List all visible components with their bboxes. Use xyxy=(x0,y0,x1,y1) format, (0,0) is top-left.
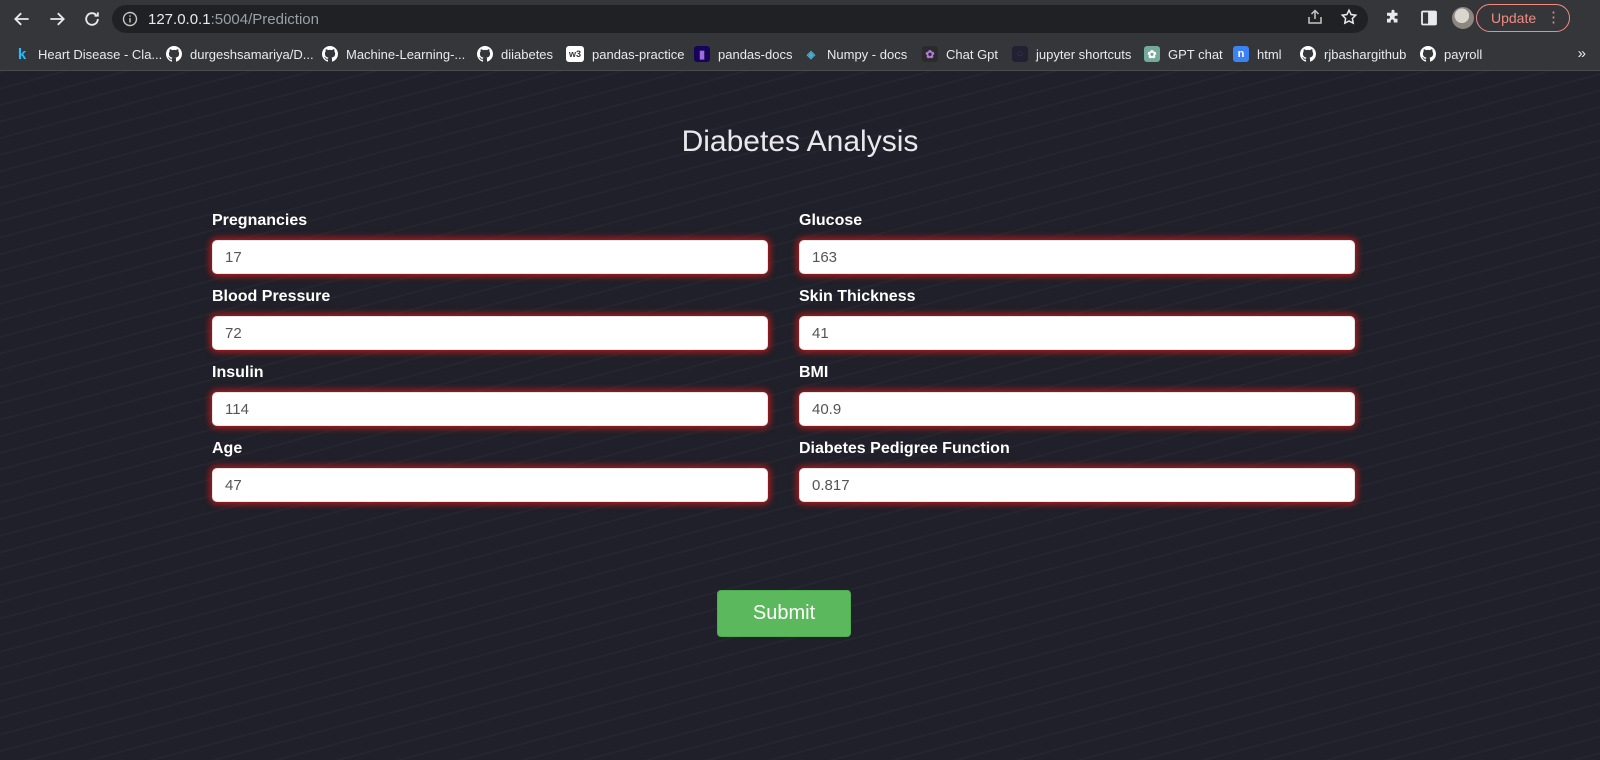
back-button[interactable] xyxy=(5,2,39,36)
bookmark-item[interactable]: Machine-Learning-... xyxy=(322,38,465,70)
bookmark-label: Heart Disease - Cla... xyxy=(38,46,163,62)
bmi-label: BMI xyxy=(799,364,829,381)
skin-thickness-label: Skin Thickness xyxy=(799,288,916,305)
bookmark-item[interactable]: rjbashargithub xyxy=(1300,38,1406,70)
glucose-input[interactable] xyxy=(799,240,1355,274)
update-label: Update xyxy=(1491,10,1537,26)
github-icon xyxy=(166,46,182,62)
dpf-label: Diabetes Pedigree Function xyxy=(799,440,1010,457)
insulin-label: Insulin xyxy=(212,364,264,381)
bmi-input[interactable] xyxy=(799,392,1355,426)
bookmark-label: Chat Gpt xyxy=(946,46,999,62)
address-bar[interactable]: 127.0.0.1:5004/Prediction xyxy=(112,5,1368,33)
page-content: Diabetes Analysis Pregnancies Glucose Bl… xyxy=(0,71,1600,760)
bookmark-star-icon[interactable] xyxy=(1340,8,1358,31)
github-icon xyxy=(322,46,338,62)
pregnancies-label: Pregnancies xyxy=(212,212,308,229)
dpf-field: Diabetes Pedigree Function xyxy=(799,440,1359,502)
kaggle-icon: k xyxy=(17,45,27,63)
bookmark-item[interactable]: durgeshsamariya/D... xyxy=(166,38,314,70)
github-icon xyxy=(1300,46,1316,62)
site-info-icon[interactable] xyxy=(122,11,138,27)
url-host: 127.0.0.1 xyxy=(148,10,211,28)
url-path: :5004/Prediction xyxy=(210,10,319,28)
bookmark-label: payroll xyxy=(1444,46,1483,62)
bmi-field: BMI xyxy=(799,364,1359,426)
bookmark-item[interactable]: w3 pandas-practice xyxy=(566,38,685,70)
age-label: Age xyxy=(212,440,243,457)
bookmark-item[interactable]: payroll xyxy=(1420,38,1482,70)
profile-avatar[interactable] xyxy=(1452,7,1474,29)
insulin-field: Insulin xyxy=(212,364,772,426)
arrow-right-icon xyxy=(50,12,65,26)
bookmark-label: html xyxy=(1257,46,1282,62)
glucose-field: Glucose xyxy=(799,212,1359,274)
bookmark-label: pandas-docs xyxy=(718,46,793,62)
page-title: Diabetes Analysis xyxy=(681,125,919,158)
pregnancies-input[interactable] xyxy=(212,240,768,274)
blood-pressure-label: Blood Pressure xyxy=(212,288,331,305)
skin-thickness-field: Skin Thickness xyxy=(799,288,1359,350)
bookmark-label: rjbashargithub xyxy=(1324,46,1407,62)
bookmark-label: jupyter shortcuts xyxy=(1036,46,1132,62)
extensions-icon[interactable] xyxy=(1380,5,1406,31)
github-icon xyxy=(477,46,493,62)
arrow-left-icon xyxy=(14,12,29,26)
bookmark-label: diiabetes xyxy=(501,46,554,62)
dpf-input[interactable] xyxy=(799,468,1355,502)
n-icon: n xyxy=(1233,46,1249,62)
blood-pressure-field: Blood Pressure xyxy=(212,288,772,350)
jupyter-icon: ○ xyxy=(1012,46,1028,62)
chatgpt-icon: ✿ xyxy=(922,46,938,62)
share-icon[interactable] xyxy=(1306,8,1324,31)
bookmark-label: Numpy - docs xyxy=(827,46,908,62)
reload-button[interactable] xyxy=(75,2,109,36)
pregnancies-field: Pregnancies xyxy=(212,212,772,274)
bookmark-item[interactable]: ○ jupyter shortcuts xyxy=(1012,38,1131,70)
age-input[interactable] xyxy=(212,468,768,502)
bookmark-item[interactable]: k Heart Disease - Cla... xyxy=(14,38,162,70)
pandas-icon: ▮ xyxy=(694,46,710,62)
skin-thickness-input[interactable] xyxy=(799,316,1355,350)
bookmark-item[interactable]: n html xyxy=(1233,38,1282,70)
github-icon xyxy=(1420,46,1436,62)
numpy-icon: ◈ xyxy=(806,48,816,61)
bookmark-item[interactable]: ◈ Numpy - docs xyxy=(803,38,907,70)
bookmark-label: durgeshsamariya/D... xyxy=(190,46,314,62)
blood-pressure-input[interactable] xyxy=(212,316,768,350)
openai-icon: ✿ xyxy=(1144,46,1160,62)
reload-icon xyxy=(85,12,99,26)
w3schools-icon: w3 xyxy=(566,46,584,62)
bookmark-label: GPT chat xyxy=(1168,46,1223,62)
browser-toolbar: 127.0.0.1:5004/Prediction Update ⋮ xyxy=(0,0,1600,38)
update-button[interactable]: Update ⋮ xyxy=(1476,4,1570,32)
bookmark-item[interactable]: ▮ pandas-docs xyxy=(694,38,792,70)
submit-button[interactable]: Submit xyxy=(717,590,851,637)
bookmark-label: pandas-practice xyxy=(592,46,685,62)
bookmark-item[interactable]: diiabetes xyxy=(477,38,553,70)
age-field: Age xyxy=(212,440,772,502)
bookmark-label: Machine-Learning-... xyxy=(346,46,466,62)
bookmarks-overflow-button[interactable]: » xyxy=(1578,45,1586,62)
bookmarks-bar: k Heart Disease - Cla... durgeshsamariya/D… xyxy=(0,38,1600,71)
bookmark-item[interactable]: ✿ Chat Gpt xyxy=(922,38,998,70)
insulin-input[interactable] xyxy=(212,392,768,426)
menu-dots-icon[interactable]: ⋮ xyxy=(1546,9,1561,27)
forward-button[interactable] xyxy=(40,2,74,36)
side-panel-icon[interactable] xyxy=(1416,5,1442,31)
bookmark-item[interactable]: ✿ GPT chat xyxy=(1144,38,1223,70)
glucose-label: Glucose xyxy=(799,212,863,229)
url-text: 127.0.0.1:5004/Prediction xyxy=(148,11,319,28)
